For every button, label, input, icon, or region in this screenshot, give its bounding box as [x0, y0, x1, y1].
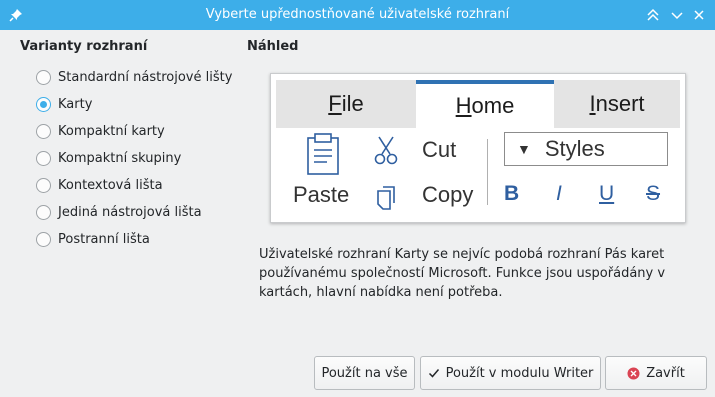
cut-label: Cut	[422, 137, 457, 162]
title-bar: Vyberte upřednostňované uživatelské rozh…	[0, 0, 715, 30]
apply-writer-button[interactable]: Použít v modulu Writer	[420, 356, 601, 390]
radio-label: Jediná nástrojová lišta	[58, 205, 202, 220]
copy-icon	[377, 186, 395, 210]
styles-label: Styles	[544, 136, 605, 161]
radio-option-contextual-bar[interactable]: Kontextová lišta	[36, 172, 232, 199]
radio-label: Kontextová lišta	[58, 178, 163, 193]
radio-option-compact-tabs[interactable]: Kompaktní karty	[36, 118, 232, 145]
variants-heading: Varianty rozhraní	[20, 39, 148, 54]
apply-all-button[interactable]: Použít na vše	[314, 356, 415, 390]
apply-all-label: Použít na vše	[321, 365, 408, 381]
tab-mnemonic: H	[455, 93, 472, 118]
radio-label: Postranní lišta	[58, 232, 150, 247]
radio-label: Karty	[58, 97, 93, 112]
tab-label-rest: nsert	[595, 91, 645, 116]
paste-label: Paste	[293, 182, 350, 207]
radio-label: Kompaktní skupiny	[58, 151, 182, 166]
scissors-icon	[374, 136, 398, 165]
radio-option-compact-groups[interactable]: Kompaktní skupiny	[36, 145, 232, 172]
tab-mnemonic: F	[328, 91, 342, 116]
close-button[interactable]: Zavřít	[605, 356, 707, 390]
separator	[487, 139, 488, 205]
clipboard-icon	[307, 133, 339, 175]
tab-label-rest: ile	[341, 91, 364, 116]
radio-label: Kompaktní karty	[58, 124, 165, 139]
chevron-up-icon[interactable]	[645, 7, 661, 23]
preview-tab-home: Home	[416, 80, 554, 128]
radio-button[interactable]	[36, 178, 51, 193]
radio-button[interactable]	[36, 70, 51, 85]
preview-tab-insert: Insert	[554, 80, 680, 128]
close-icon[interactable]	[691, 7, 707, 23]
preview-heading: Náhled	[247, 39, 299, 54]
underline-icon: U	[599, 182, 615, 205]
preview-tab-file: File	[276, 80, 416, 128]
radio-button[interactable]	[36, 151, 51, 166]
cancel-icon	[627, 367, 640, 380]
radio-button-checked[interactable]	[36, 97, 51, 112]
radio-option-standard-toolbars[interactable]: Standardní nástrojové lišty	[36, 64, 232, 91]
tab-label-rest: ome	[471, 93, 515, 118]
checkmark-icon	[428, 367, 440, 379]
styles-dropdown-preview: ▼ Styles	[504, 132, 668, 166]
apply-writer-label: Použít v modulu Writer	[445, 365, 594, 381]
chevron-down-icon[interactable]	[669, 7, 685, 23]
preview-image: File Home Insert Paste Cut Copy ▼ Styles…	[270, 73, 686, 223]
variant-description: Uživatelské rozhraní Karty se nejvíc pod…	[259, 247, 666, 300]
radio-button[interactable]	[36, 124, 51, 139]
strikethrough-icon: S	[646, 182, 661, 205]
radio-option-single-toolbar[interactable]: Jediná nástrojová lišta	[36, 199, 232, 226]
dropdown-arrow-icon: ▼	[517, 141, 531, 157]
window-title: Vyberte upřednostňované uživatelské rozh…	[205, 7, 510, 22]
radio-button[interactable]	[36, 205, 51, 220]
radio-option-sidebar[interactable]: Postranní lišta	[36, 226, 232, 253]
bold-icon: B	[504, 182, 520, 205]
radio-button[interactable]	[36, 232, 51, 247]
radio-option-tabs[interactable]: Karty	[36, 91, 232, 118]
variants-radio-group: Standardní nástrojové lišty Karty Kompak…	[36, 64, 232, 253]
close-label: Zavřít	[646, 365, 685, 381]
copy-label: Copy	[422, 182, 474, 207]
radio-label: Standardní nástrojové lišty	[58, 70, 233, 85]
italic-icon: I	[556, 182, 562, 205]
